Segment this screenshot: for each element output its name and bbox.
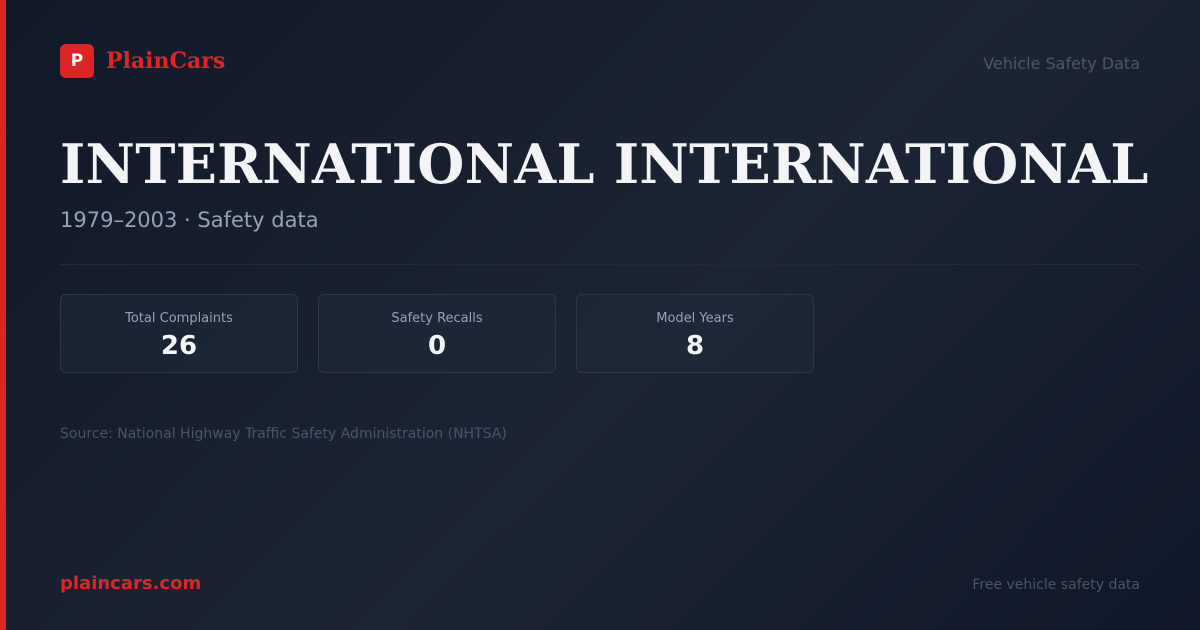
stat-value: 8 — [685, 331, 705, 361]
page-title: INTERNATIONAL INTERNATIONAL — [60, 132, 1149, 196]
footer-note: Free vehicle safety data — [972, 577, 1140, 593]
brand-name: PlainCars — [106, 48, 226, 74]
stat-label: Total Complaints — [125, 311, 233, 326]
stat-value: 0 — [427, 331, 447, 361]
stat-card-model-years: Model Years 8 — [576, 294, 814, 373]
brand[interactable]: P PlainCars — [60, 44, 225, 78]
stat-label: Model Years — [656, 311, 734, 326]
stat-label: Safety Recalls — [391, 311, 483, 326]
page-subtitle: 1979–2003 · Safety data — [60, 208, 319, 232]
header-tagline: Vehicle Safety Data — [983, 54, 1140, 73]
footer-domain-link[interactable]: plaincars.com — [60, 573, 201, 594]
brand-logo-icon: P — [60, 44, 94, 78]
source-note: Source: National Highway Traffic Safety … — [60, 426, 507, 442]
accent-bar — [0, 0, 6, 630]
divider — [60, 264, 1140, 265]
stat-card-safety-recalls: Safety Recalls 0 — [318, 294, 556, 373]
stat-card-total-complaints: Total Complaints 26 — [60, 294, 298, 373]
stat-value: 26 — [160, 331, 198, 361]
stats-row: Total Complaints 26 Safety Recalls 0 Mod… — [60, 294, 814, 373]
